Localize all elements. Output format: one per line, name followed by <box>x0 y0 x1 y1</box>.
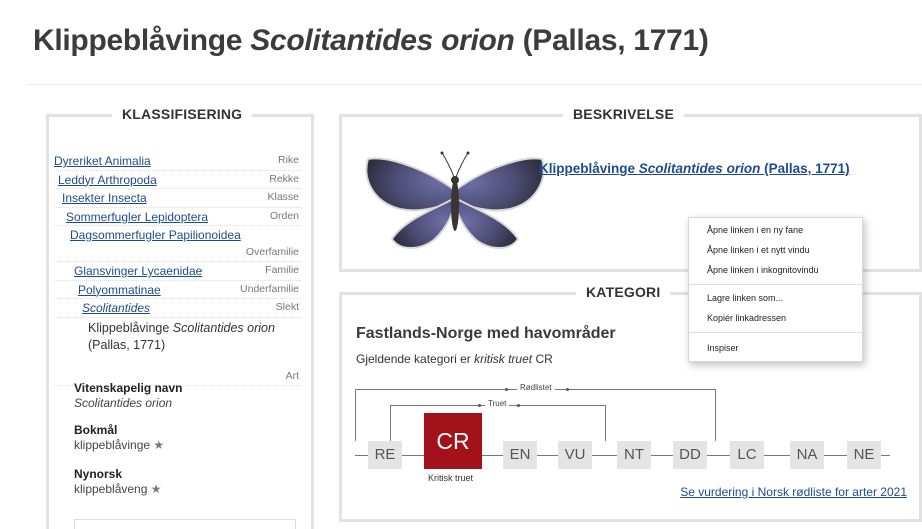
bracket-dot <box>517 404 520 407</box>
subtitle-category: kritisk truet <box>474 352 533 366</box>
rank-label: Rekke <box>269 172 299 185</box>
rank-label: Familie <box>265 264 299 276</box>
title-scientific-name: Scolitantides orion <box>250 24 515 57</box>
active-category-label: Kritisk truet <box>428 473 474 483</box>
menu-separator <box>689 284 862 285</box>
species-scientific-name: Scolitantides orion <box>172 320 275 335</box>
redlisted-label: Rødlistet <box>517 383 555 392</box>
taxon-link-lepidoptera[interactable]: Sommerfugler Lepidoptera <box>66 210 208 224</box>
class-row-slekt: Scolitantides Slekt <box>54 299 301 318</box>
class-row-art: Klippeblåvinge Scolitantides orion (Pall… <box>54 318 301 386</box>
species-author: (Pallas, 1771) <box>88 337 166 352</box>
category-dd[interactable]: DD <box>673 441 707 469</box>
category-en[interactable]: EN <box>503 441 537 469</box>
scientific-name-label: Vitenskapelig navn <box>74 381 183 395</box>
category-ne[interactable]: NE <box>847 441 881 469</box>
nynorsk-name-block: Nynorsk klippeblåveng ★ <box>74 467 162 496</box>
nynorsk-name: klippeblåveng <box>74 482 148 496</box>
scientific-name-value: Scolitantides orion <box>74 396 173 410</box>
taxon-link-scolitantides[interactable]: Scolitantides <box>82 301 150 315</box>
bracket-dot <box>478 404 481 407</box>
taxon-link-polyommatinae[interactable]: Polyommatinae <box>78 283 161 297</box>
rank-label: Underfamilie <box>240 282 299 295</box>
taxon-link-animalia[interactable]: Dyreriket Animalia <box>54 154 151 168</box>
butterfly-image <box>365 151 545 249</box>
category-na[interactable]: NA <box>790 441 824 469</box>
taxon-link-lycaenidae[interactable]: Glansvinger Lycaenidae <box>74 264 202 278</box>
category-nt[interactable]: NT <box>617 441 651 469</box>
bokmal-name-block: Bokmål klippeblåvinge ★ <box>74 423 164 452</box>
rank-label: Klasse <box>267 191 299 203</box>
taxon-link-papilionoidea[interactable]: Dagsommerfugler Papilionoidea <box>70 228 241 242</box>
class-row-familie: Glansvinger Lycaenidae Familie <box>54 262 301 281</box>
menu-separator <box>689 332 862 333</box>
class-row-overfamilie: Dagsommerfugler Papilionoidea Overfamili… <box>54 226 301 262</box>
description-heading: BESKRIVELSE <box>563 106 684 122</box>
category-re[interactable]: RE <box>368 441 402 469</box>
bracket-dot <box>566 388 569 391</box>
classification-panel: KLASSIFISERING Dyreriket Animalia Rike L… <box>46 106 314 529</box>
title-common-name: Klippeblåvinge <box>33 24 243 57</box>
region-title: Fastlands-Norge med havområder <box>356 325 616 342</box>
class-row-orden: Sommerfugler Lepidoptera Orden <box>54 208 301 226</box>
star-icon: ★ <box>150 482 162 496</box>
rank-label: Orden <box>269 209 299 222</box>
class-row-rekke: Leddyr Arthropoda Rekke <box>54 171 301 189</box>
category-vu[interactable]: VU <box>558 441 592 469</box>
category-cr[interactable]: CR <box>424 413 482 469</box>
scientific-name-block: Vitenskapelig navn Scolitantides orion <box>74 381 183 410</box>
lower-box <box>74 519 296 529</box>
class-row-underfamilie: Polyommatinae Underfamilie <box>54 281 301 299</box>
menu-save-link[interactable]: Lagre linken som... <box>707 293 783 303</box>
context-menu: Åpne linken i en ny fane Åpne linken i e… <box>688 217 863 362</box>
species-common-name: Klippeblåvinge <box>88 320 170 335</box>
assessment-link[interactable]: Se vurdering i Norsk rødliste for arter … <box>680 485 907 499</box>
bracket-dot <box>505 388 508 391</box>
species-description-link[interactable]: Klippeblåvinge Scolitantides orion (Pall… <box>539 161 850 176</box>
subtitle-prefix: Gjeldende kategori er <box>356 352 471 366</box>
menu-open-new-tab[interactable]: Åpne linken i en ny fane <box>707 225 803 235</box>
rank-label: Slekt <box>275 301 299 313</box>
menu-inspect[interactable]: Inspiser <box>707 343 739 353</box>
desc-link-author: (Pallas, 1771) <box>764 161 850 176</box>
title-author: (Pallas, 1771) <box>522 24 709 57</box>
subtitle-code: CR <box>535 352 553 366</box>
threatened-label: Truet <box>485 399 510 408</box>
rank-label: Rike <box>277 154 299 166</box>
desc-link-scientific: Scolitantides orion <box>638 161 761 176</box>
category-lc[interactable]: LC <box>730 441 764 469</box>
page-title: Klippeblåvinge Scolitantides orion (Pall… <box>33 24 709 58</box>
desc-link-common: Klippeblåvinge <box>539 161 636 176</box>
nynorsk-label: Nynorsk <box>74 467 123 481</box>
rank-label: Overfamilie <box>245 246 299 258</box>
menu-copy-link[interactable]: Kopiér linkadressen <box>707 313 786 323</box>
species-entry: Klippeblåvinge Scolitantides orion (Pall… <box>88 320 288 354</box>
bokmal-label: Bokmål <box>74 423 118 437</box>
taxon-link-insecta[interactable]: Insekter Insecta <box>62 191 147 205</box>
category-heading: KATEGORI <box>576 284 671 300</box>
star-icon: ★ <box>153 438 165 452</box>
threatened-bracket <box>390 405 606 441</box>
bokmal-value: klippeblåvinge ★ <box>74 438 164 452</box>
bokmal-name: klippeblåvinge <box>74 438 151 452</box>
title-divider <box>28 84 922 85</box>
class-row-rike: Dyreriket Animalia Rike <box>54 152 301 171</box>
classification-list: Dyreriket Animalia Rike Leddyr Arthropod… <box>54 152 301 386</box>
category-subtitle: Gjeldende kategori er kritisk truet CR <box>356 352 553 366</box>
class-row-klasse: Insekter Insecta Klasse <box>54 189 301 208</box>
rank-label: Art <box>285 369 299 382</box>
menu-open-incognito[interactable]: Åpne linken i inkognitovindu <box>707 265 819 275</box>
nynorsk-value: klippeblåveng ★ <box>74 482 162 496</box>
menu-open-new-window[interactable]: Åpne linken i et nytt vindu <box>707 245 810 255</box>
classification-heading: KLASSIFISERING <box>112 106 253 122</box>
species-page: Klippeblåvinge Scolitantides orion (Pall… <box>0 0 922 529</box>
taxon-link-arthropoda[interactable]: Leddyr Arthropoda <box>58 173 157 187</box>
